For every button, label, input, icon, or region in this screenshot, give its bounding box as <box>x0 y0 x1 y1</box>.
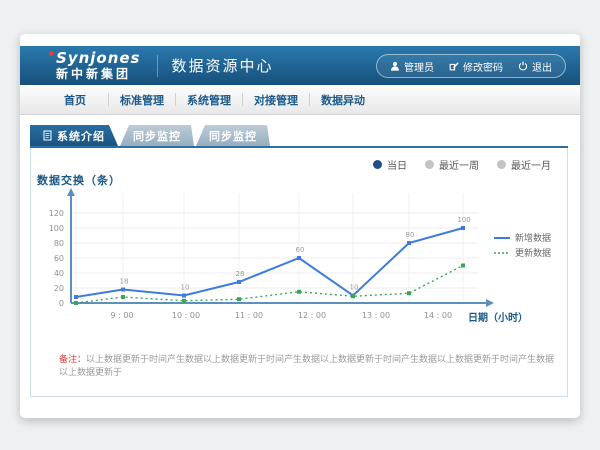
header-divider <box>157 55 158 77</box>
tab-system-intro[interactable]: 系统介绍 <box>30 125 118 146</box>
svg-text:日期（小时）: 日期（小时） <box>468 311 528 324</box>
user-actions: 管理员 修改密码 退出 <box>376 54 566 78</box>
svg-text:100: 100 <box>457 216 470 224</box>
svg-text:100: 100 <box>49 224 64 233</box>
nav-item-standard-mgmt[interactable]: 标准管理 <box>109 92 175 108</box>
logout-button[interactable]: 退出 <box>518 59 552 74</box>
nav-item-system-mgmt[interactable]: 系统管理 <box>176 92 242 108</box>
logo-subtext: 新中新集团 <box>56 68 141 80</box>
nav-item-interface-mgmt[interactable]: 对接管理 <box>243 92 309 108</box>
app-window: Synjones 新中新集团 数据资源中心 管理员 修改密码 <box>20 34 580 418</box>
svg-text:新增数据: 新增数据 <box>515 232 551 244</box>
svg-text:60: 60 <box>54 254 64 263</box>
svg-text:18: 18 <box>120 278 129 286</box>
document-icon <box>43 130 52 141</box>
svg-text:0: 0 <box>59 299 64 308</box>
footnote: 备注：以上数据更新于时间产生数据以上数据更新于时间产生数据以上数据更新于时间产生… <box>59 354 559 379</box>
svg-text:更新数据: 更新数据 <box>515 247 551 259</box>
svg-text:20: 20 <box>54 284 64 293</box>
svg-text:120: 120 <box>49 209 64 218</box>
svg-text:10 : 00: 10 : 00 <box>172 311 200 320</box>
tab-label: 系统介绍 <box>57 128 105 144</box>
app-title: 数据资源中心 <box>172 55 274 76</box>
brand-logo: Synjones 新中新集团 <box>56 51 141 80</box>
svg-text:10: 10 <box>350 284 359 292</box>
logo-red-dot-icon <box>49 51 54 56</box>
tab-label: 同步监控 <box>209 128 257 144</box>
tab-bar: 系统介绍 同步监控 同步监控 <box>30 125 270 146</box>
change-password-label: 修改密码 <box>463 59 503 74</box>
content-panel: 当日 最近一周 最近一月 数据交换（条） 0204060801001209 : … <box>30 148 568 397</box>
svg-text:12 : 00: 12 : 00 <box>298 311 326 320</box>
logout-label: 退出 <box>532 59 552 74</box>
nav-item-data-change[interactable]: 数据异动 <box>310 92 376 108</box>
svg-text:80: 80 <box>54 239 64 248</box>
tab-sync-monitor-2[interactable]: 同步监控 <box>196 125 270 146</box>
svg-text:13 : 00: 13 : 00 <box>362 311 390 320</box>
svg-text:28: 28 <box>236 270 245 278</box>
svg-text:11 : 00: 11 : 00 <box>235 311 263 320</box>
svg-text:9 : 00: 9 : 00 <box>110 311 133 320</box>
footnote-text: 以上数据更新于时间产生数据以上数据更新于时间产生数据以上数据更新于时间产生数据以… <box>59 355 554 378</box>
app-header: Synjones 新中新集团 数据资源中心 管理员 修改密码 <box>20 46 580 85</box>
svg-text:80: 80 <box>406 231 415 239</box>
main-nav: 首页 标准管理 系统管理 对接管理 数据异动 <box>20 85 580 115</box>
footnote-prefix: 备注： <box>59 355 86 365</box>
admin-user-button[interactable]: 管理员 <box>390 59 434 74</box>
logo-text: Synjones <box>56 51 141 66</box>
change-password-button[interactable]: 修改密码 <box>449 59 503 74</box>
svg-text:14 : 00: 14 : 00 <box>424 311 452 320</box>
line-chart: 0 20 40 60 80 100 120 9 : 00 10 : 00 11 : 00 12 : … <box>31 148 569 348</box>
tab-sync-monitor-1[interactable]: 同步监控 <box>120 125 194 146</box>
svg-text:40: 40 <box>54 269 64 278</box>
admin-user-label: 管理员 <box>404 59 434 74</box>
tab-label: 同步监控 <box>133 128 181 144</box>
svg-text:60: 60 <box>296 246 305 254</box>
user-icon <box>390 61 400 71</box>
edit-icon <box>449 61 459 71</box>
svg-text:10: 10 <box>181 284 190 292</box>
nav-item-home[interactable]: 首页 <box>42 92 108 108</box>
logout-icon <box>518 61 528 71</box>
